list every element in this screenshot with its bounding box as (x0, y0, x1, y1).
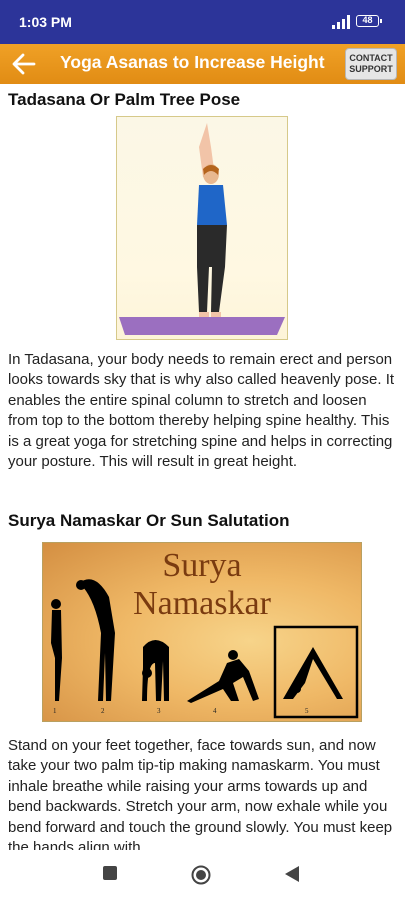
pose-4-silhouette (187, 650, 259, 703)
recents-square-icon[interactable] (102, 865, 118, 881)
pose-3-silhouette (142, 640, 169, 701)
status-bar: 1:03 PM 48 (0, 0, 405, 44)
surya-namaskar-image: Surya Namaskar 1 2 3 4 5 (42, 542, 362, 722)
battery-icon: 48 (356, 15, 382, 27)
page-title: Yoga Asanas to Increase Height (60, 52, 325, 72)
step-number: 3 (157, 707, 161, 715)
pose-silhouettes: 1 2 3 4 5 (51, 579, 359, 719)
pose-1-silhouette (51, 599, 62, 701)
step-number: 5 (305, 707, 309, 715)
tadasana-illustration (119, 123, 285, 335)
contact-support-label-2: SUPPORT (349, 64, 393, 74)
signal-icon (332, 15, 350, 29)
section-heading-tadasana: Tadasana Or Palm Tree Pose (8, 90, 241, 109)
surya-namaskar-description: Stand on your feet together, face toward… (8, 737, 393, 850)
step-number: 4 (213, 707, 217, 715)
home-circle-icon[interactable] (191, 865, 211, 885)
contact-support-label-1: CONTACT (349, 53, 393, 63)
pose-2-silhouette (76, 579, 115, 701)
tadasana-description: In Tadasana, your body needs to remain e… (8, 351, 395, 471)
battery-level: 48 (362, 15, 373, 25)
contact-support-button[interactable]: CONTACT SUPPORT (345, 48, 397, 80)
article-content[interactable]: Tadasana Or Palm Tree Pose In Tadasana, … (0, 84, 405, 850)
arrow-left-icon[interactable] (10, 50, 36, 78)
app-bar: Yoga Asanas to Increase Height CONTACT S… (0, 44, 405, 84)
step-number: 2 (101, 707, 105, 715)
status-time: 1:03 PM (19, 14, 72, 30)
pose-5-silhouette (283, 647, 343, 699)
section-heading-surya-namaskar: Surya Namaskar Or Sun Salutation (8, 511, 290, 530)
navigation-bar (0, 850, 405, 900)
back-triangle-icon[interactable] (284, 865, 300, 883)
step-number: 1 (53, 707, 57, 715)
tadasana-pose-image (116, 116, 288, 340)
